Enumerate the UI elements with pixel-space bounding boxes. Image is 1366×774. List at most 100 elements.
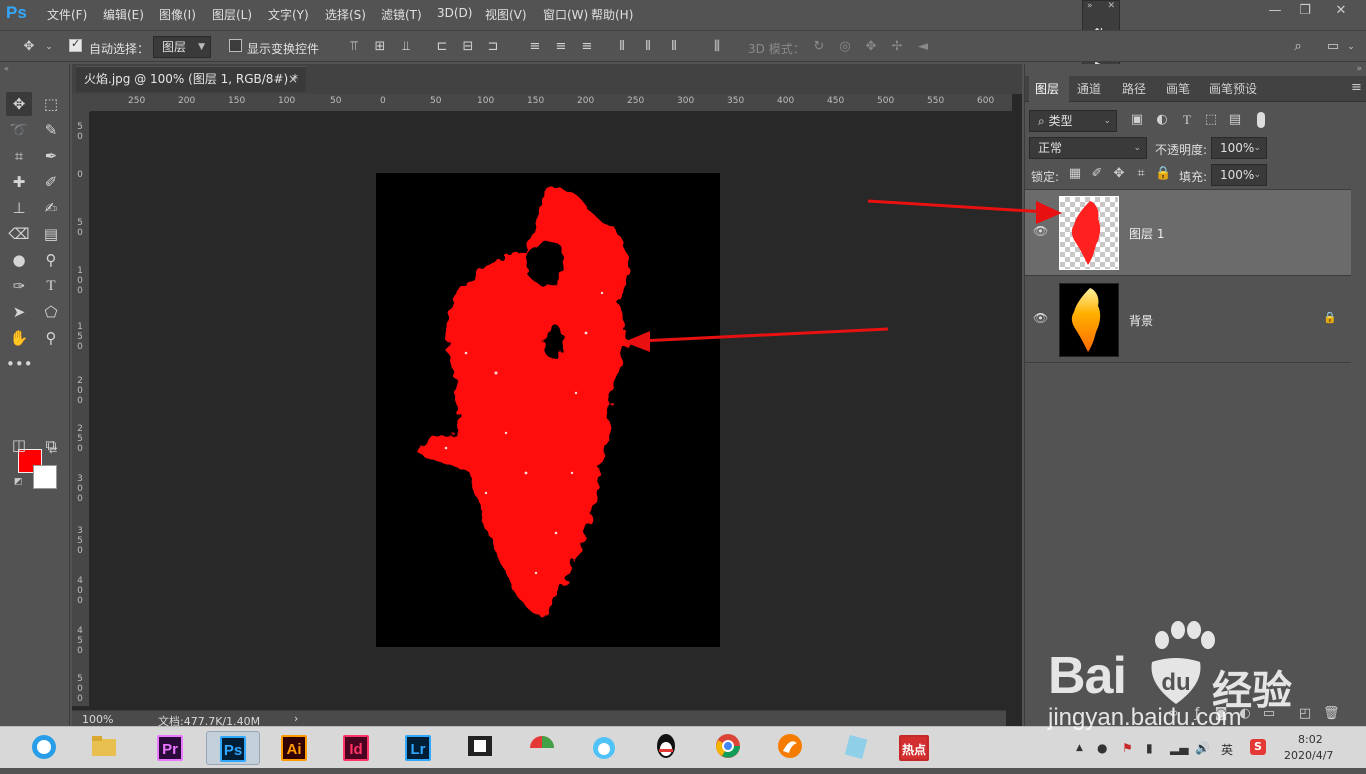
auto-align-icon[interactable]: ⫼ (709, 39, 725, 55)
close-button[interactable]: ✕ (1326, 0, 1356, 22)
file-explorer-icon[interactable] (86, 731, 122, 765)
auto-select-target-select[interactable]: 图层 ▼ (153, 36, 211, 58)
tray-flag-icon[interactable]: ⚑ (1122, 741, 1133, 755)
distribute-hcenter-icon[interactable]: ⦀ (640, 39, 656, 55)
menu-edit[interactable]: 编辑(E) (103, 6, 144, 23)
menu-select[interactable]: 选择(S) (325, 6, 366, 23)
new-group-icon[interactable]: ▭ (1261, 706, 1277, 722)
tray-expand-icon[interactable]: ▲ (1076, 743, 1083, 753)
cat-app-icon[interactable] (586, 731, 622, 765)
lock-artboard-icon[interactable]: ⌗ (1133, 166, 1149, 182)
fx-icon[interactable]: ƒ (1189, 706, 1205, 722)
distribute-right-icon[interactable]: ⦀ (666, 39, 682, 55)
clock-time[interactable]: 8:02 (1298, 733, 1323, 746)
menu-layer[interactable]: 图层(L) (212, 6, 252, 23)
lightroom-icon[interactable]: Lr (398, 731, 434, 765)
lock-all-icon[interactable]: 🔒 (1155, 166, 1171, 182)
lasso-tool-icon[interactable]: ➰ (6, 118, 32, 142)
workspace-icon[interactable]: ▭ (1325, 39, 1341, 55)
filter-shape-icon[interactable]: ⬚ (1203, 112, 1219, 128)
show-transform-checkbox[interactable] (229, 39, 242, 52)
tab-brushes[interactable]: 画笔 (1166, 76, 1190, 102)
screen-mode-icon[interactable]: ⧉ (38, 433, 64, 457)
add-mask-icon[interactable]: ◙ (1213, 706, 1229, 722)
eyedropper-tool-icon[interactable]: ✒ (38, 144, 64, 168)
filter-toggle-icon[interactable] (1257, 112, 1265, 128)
3d-scale-icon[interactable]: ◄ (915, 39, 931, 55)
delete-layer-icon[interactable]: 🗑 (1323, 706, 1340, 722)
photoshop-icon[interactable]: Ps (206, 731, 260, 765)
lock-transparent-icon[interactable]: ▦ (1067, 166, 1083, 182)
distribute-top-icon[interactable]: ≡ (527, 39, 543, 55)
dodge-tool-icon[interactable]: ⚲ (38, 248, 64, 272)
horizontal-ruler[interactable]: 250 200 150 100 50 0 50 100 150 200 250 … (90, 94, 1012, 112)
tray-ime-indicator[interactable]: 英 (1221, 741, 1233, 758)
gradient-tool-icon[interactable]: ▤ (38, 222, 64, 246)
news-app-icon[interactable]: 热点 (896, 731, 932, 765)
vertical-ruler[interactable]: 50 0 50 100 150 200 250 300 350 400 450 … (72, 112, 90, 706)
eraser-tool-icon[interactable]: ⌫ (6, 222, 32, 246)
search-icon[interactable]: ⌕ (1290, 39, 1306, 55)
3d-slide-icon[interactable]: ✢ (889, 39, 905, 55)
blur-tool-icon[interactable]: ● (6, 248, 32, 272)
align-vcenter-icon[interactable]: ⊞ (372, 39, 388, 55)
clock-date[interactable]: 2020/4/7 (1284, 749, 1333, 762)
distribute-vcenter-icon[interactable]: ≡ (553, 39, 569, 55)
workspace-chevron-icon[interactable]: ⌄ (1343, 39, 1359, 55)
lock-image-icon[interactable]: ✐ (1089, 166, 1105, 182)
filter-pixel-icon[interactable]: ▣ (1129, 112, 1145, 128)
brush-tool-icon[interactable]: ✐ (38, 170, 64, 194)
indesign-icon[interactable]: Id (336, 731, 372, 765)
3d-roll-icon[interactable]: ◎ (837, 39, 853, 55)
shape-tool-icon[interactable]: ⬠ (38, 300, 64, 324)
layer-filter-select[interactable]: ⌕ 类型 ⌄ (1029, 110, 1117, 132)
menu-type[interactable]: 文字(Y) (268, 6, 309, 23)
filter-smart-object-icon[interactable]: ▤ (1227, 112, 1243, 128)
type-tool-icon[interactable]: T (38, 274, 64, 298)
link-layers-icon[interactable]: ∞ (1165, 706, 1181, 722)
qq-icon[interactable] (648, 731, 684, 765)
hand-tool-icon[interactable]: ✋ (6, 326, 32, 350)
menu-file[interactable]: 文件(F) (47, 6, 87, 23)
zoom-tool-icon[interactable]: ⚲ (38, 326, 64, 350)
move-tool-icon[interactable]: ✥ (21, 39, 37, 55)
3d-pan-icon[interactable]: ✥ (863, 39, 879, 55)
move-tool-icon[interactable]: ✥ (6, 92, 32, 116)
distribute-left-icon[interactable]: ⦀ (614, 39, 630, 55)
auto-select-checkbox[interactable] (69, 37, 82, 52)
premiere-icon[interactable]: Pr (150, 731, 186, 765)
path-select-tool-icon[interactable]: ➤ (6, 300, 32, 324)
expand-panel-icon[interactable]: » (1087, 1, 1093, 11)
status-more-icon[interactable]: › (294, 712, 298, 725)
notes-app-icon[interactable] (830, 731, 882, 765)
quick-select-tool-icon[interactable]: ✎ (38, 118, 64, 142)
fox-app-icon[interactable] (772, 731, 808, 765)
align-hcenter-icon[interactable]: ⊟ (460, 39, 476, 55)
close-panel-icon[interactable]: ✕ (1107, 1, 1115, 11)
history-brush-tool-icon[interactable]: ✍ (38, 196, 64, 220)
clone-stamp-tool-icon[interactable]: ⊥ (6, 196, 32, 220)
tray-battery-icon[interactable]: ▮ (1146, 741, 1153, 755)
opacity-field[interactable]: 100% ⌄ (1211, 137, 1267, 159)
background-color-swatch[interactable] (33, 465, 57, 489)
align-left-icon[interactable]: ⊏ (434, 39, 450, 55)
panel-menu-icon[interactable]: ≡ (1351, 80, 1362, 95)
collapse-toolbox-icon[interactable]: « (4, 64, 9, 73)
tab-layers[interactable]: 图层 (1029, 76, 1069, 102)
chrome-icon[interactable] (710, 731, 746, 765)
zoom-level[interactable]: 100% (82, 713, 113, 726)
default-colors-icon[interactable]: ◩ (14, 477, 23, 487)
pen-tool-icon[interactable]: ✑ (6, 274, 32, 298)
align-bottom-icon[interactable]: ⫫ (398, 39, 414, 55)
layer-name[interactable]: 图层 1 (1129, 225, 1164, 242)
menu-filter[interactable]: 滤镜(T) (381, 6, 422, 23)
blend-mode-select[interactable]: 正常 ⌄ (1029, 137, 1147, 159)
layer-row-background[interactable]: 👁 背景 🔒 (1025, 277, 1351, 363)
quick-mask-icon[interactable]: ◫ (6, 433, 32, 457)
new-layer-icon[interactable]: ◰ (1297, 706, 1313, 722)
tray-qq-icon[interactable]: ● (1097, 741, 1107, 755)
video-editor-icon[interactable] (462, 731, 498, 765)
illustrator-icon[interactable]: Ai (274, 731, 310, 765)
minimize-button[interactable]: — (1260, 0, 1290, 22)
browser-icon[interactable] (26, 731, 62, 765)
